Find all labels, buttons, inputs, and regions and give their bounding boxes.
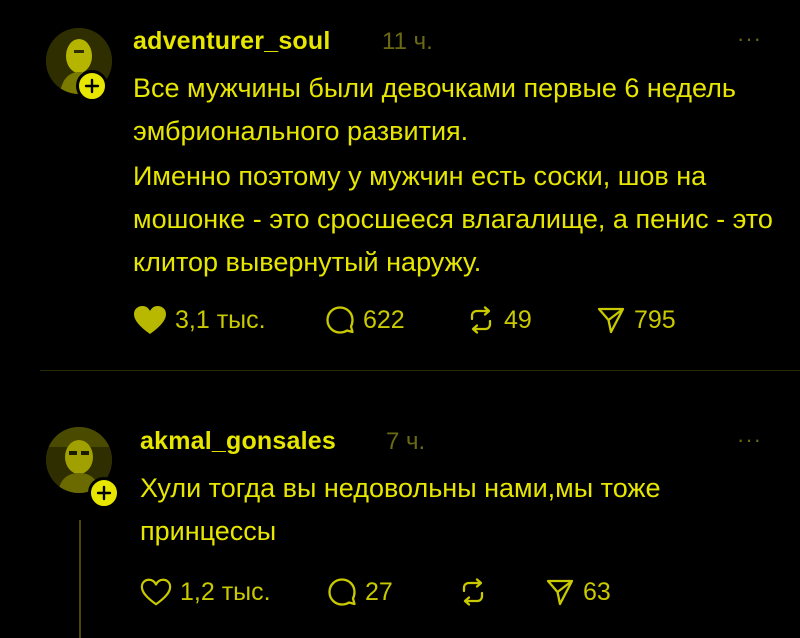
more-options-icon[interactable]: ···: [737, 427, 762, 453]
heart-filled-icon: [134, 306, 166, 334]
share-button[interactable]: 795: [596, 305, 676, 335]
heart-outline-icon: [140, 578, 172, 606]
like-button[interactable]: 1,2 тыс.: [140, 577, 271, 607]
username[interactable]: adventurer_soul: [133, 27, 331, 56]
like-count: 1,2 тыс.: [180, 577, 271, 606]
reply-count: 622: [363, 305, 405, 334]
post-paragraph: Все мужчины были девочками первые 6 неде…: [133, 73, 736, 146]
comment-icon: [328, 578, 356, 606]
send-icon: [597, 307, 625, 334]
reply-button[interactable]: 622: [325, 305, 405, 335]
repost-button[interactable]: 49: [466, 305, 532, 335]
post-paragraph: Именно поэтому у мужчин есть соски, шов …: [133, 161, 773, 277]
like-count: 3,1 тыс.: [175, 305, 266, 334]
post-1: adventurer_soul 11 ч. ··· Все мужчины бы…: [0, 0, 800, 370]
plus-icon: [96, 485, 112, 501]
repost-button[interactable]: [458, 577, 496, 607]
reply-button[interactable]: 27: [327, 577, 393, 607]
send-icon: [546, 579, 574, 606]
follow-plus-button[interactable]: [88, 477, 120, 509]
thread-line: [79, 520, 81, 638]
reply-count: 27: [365, 577, 393, 606]
post-paragraph: Хули тогда вы недовольны нами,мы тоже пр…: [140, 473, 661, 546]
post-2: akmal_gonsales 7 ч. ··· Хули тогда вы не…: [0, 371, 800, 638]
more-options-icon[interactable]: ···: [737, 26, 762, 52]
timestamp: 11 ч.: [382, 28, 433, 55]
post-text: Хули тогда вы недовольны нами,мы тоже пр…: [140, 467, 760, 553]
repost-icon: [470, 306, 492, 334]
username[interactable]: akmal_gonsales: [140, 427, 336, 456]
post-text: Все мужчины были девочками первые 6 неде…: [133, 67, 783, 284]
share-count: 63: [583, 577, 611, 606]
share-count: 795: [634, 305, 676, 334]
plus-icon: [84, 78, 100, 94]
post-actions: 3,1 тыс. 622 49 795: [133, 305, 733, 345]
like-button[interactable]: 3,1 тыс.: [133, 305, 266, 335]
share-button[interactable]: 63: [545, 577, 611, 607]
repost-count: 49: [504, 305, 532, 334]
comment-icon: [326, 306, 354, 334]
repost-icon: [462, 578, 484, 606]
timestamp: 7 ч.: [386, 428, 426, 455]
post-actions: 1,2 тыс. 27 63: [140, 577, 740, 617]
follow-plus-button[interactable]: [76, 70, 108, 102]
